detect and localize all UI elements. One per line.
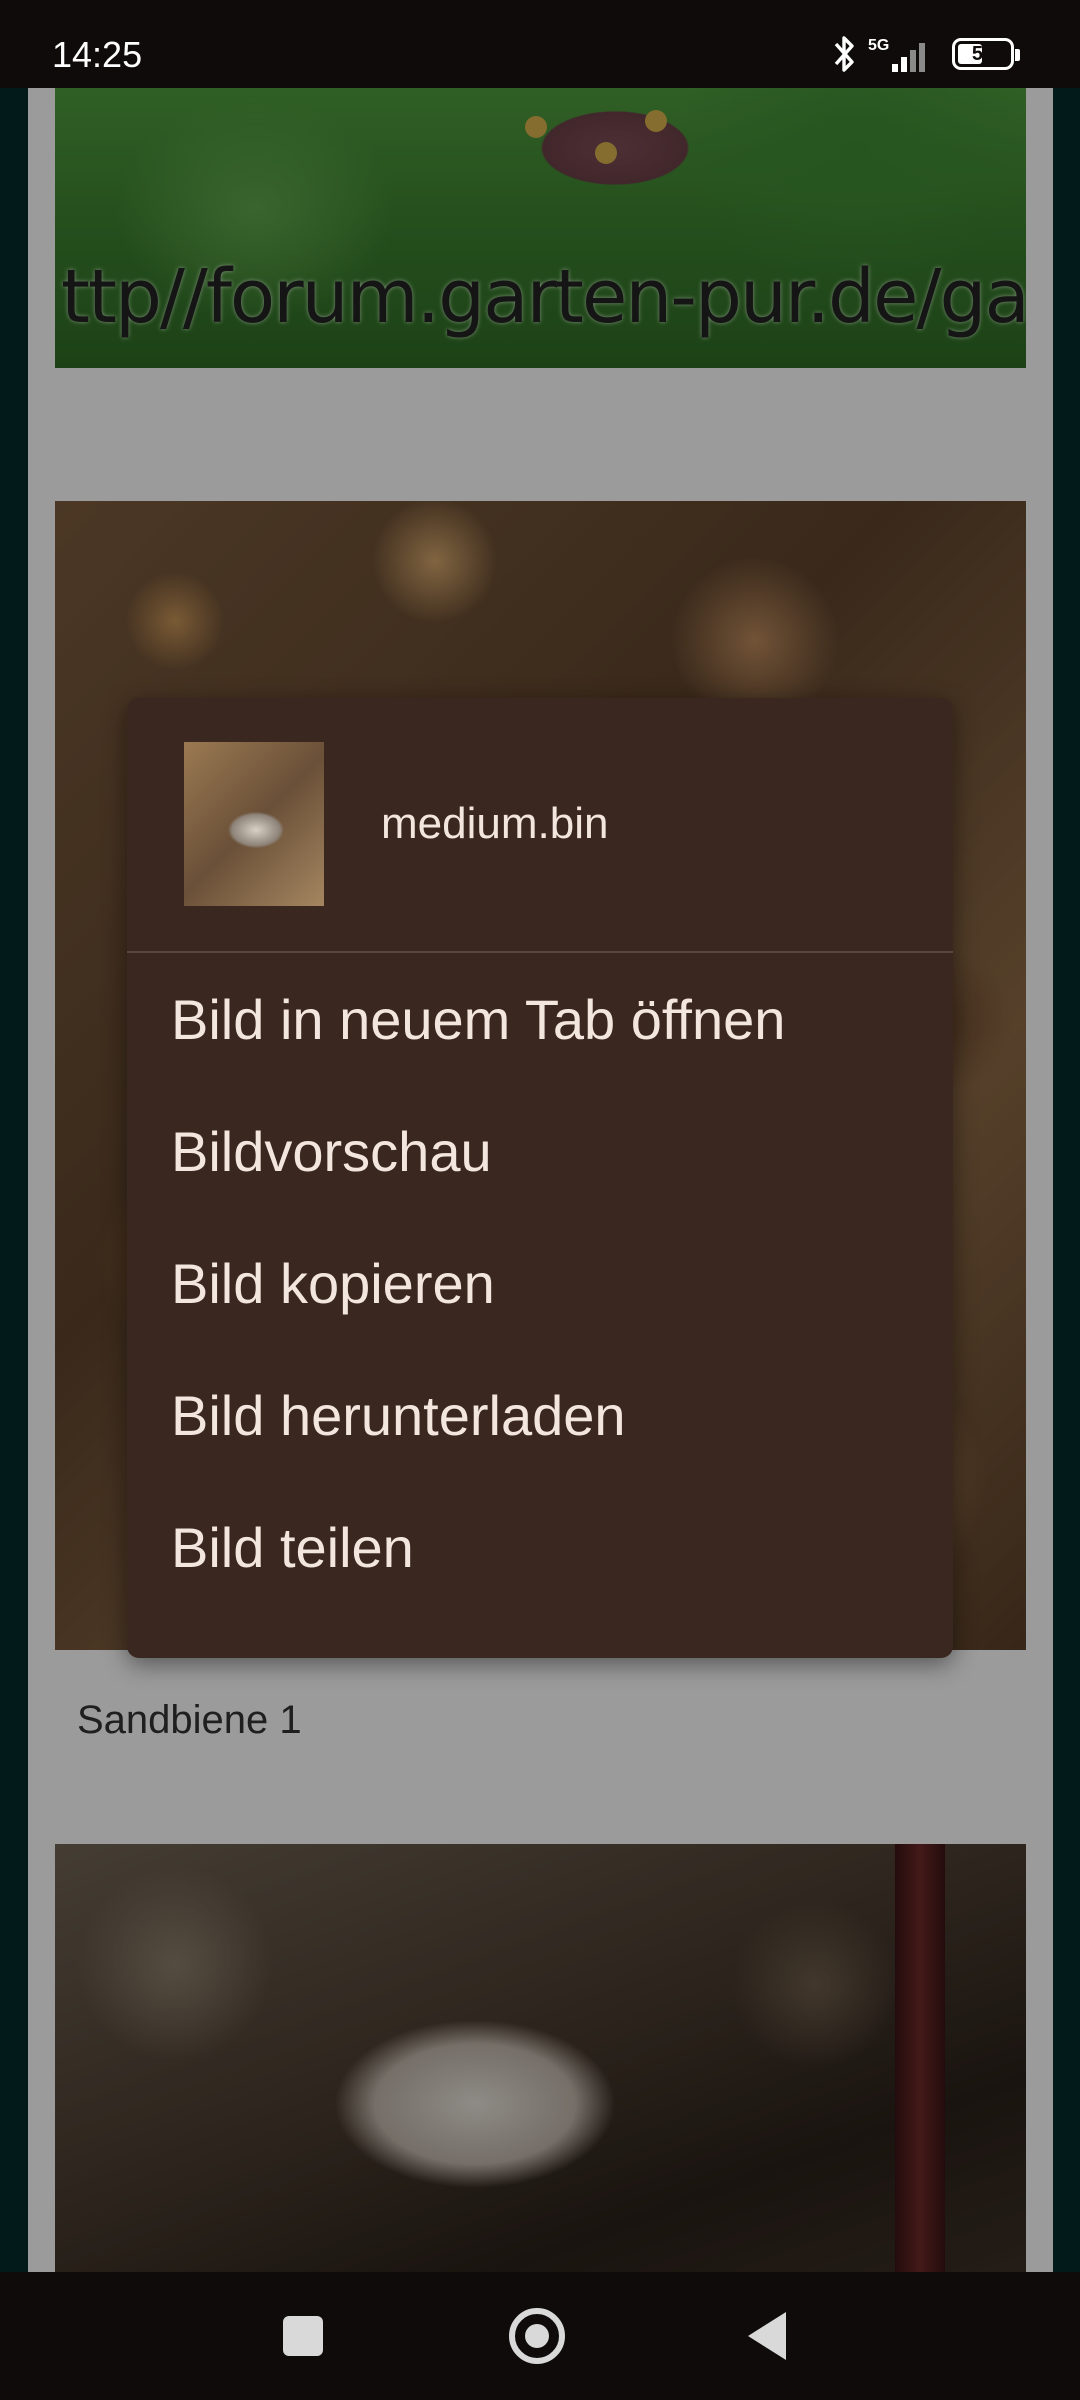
menu-header: medium.bin [127,698,953,953]
image-file-name: medium.bin [381,799,609,848]
status-icons: 5G 54 [830,34,1020,74]
status-bar: 14:25 5G 54 [0,0,1080,88]
status-time: 14:25 [52,34,143,75]
back-icon[interactable] [748,2312,786,2360]
menu-item-share-image[interactable]: Bild teilen [127,1481,953,1613]
menu-item-open-in-new-tab[interactable]: Bild in neuem Tab öffnen [127,953,953,1085]
menu-item-copy-image[interactable]: Bild kopieren [127,1217,953,1349]
home-icon[interactable] [509,2308,565,2364]
signal-icon: 5G [868,34,934,74]
bluetooth-icon [830,34,858,74]
menu-item-image-preview[interactable]: Bildvorschau [127,1085,953,1217]
navigation-bar [0,2272,1080,2400]
battery-level: 54 [971,42,995,65]
menu-item-download-image[interactable]: Bild herunterladen [127,1349,953,1481]
image-thumbnail [184,742,324,906]
recents-icon[interactable] [283,2316,323,2356]
battery-icon: 54 [952,38,1020,70]
menu-list: Bild in neuem Tab öffnen Bildvorschau Bi… [127,953,953,1613]
image-context-menu: medium.bin Bild in neuem Tab öffnen Bild… [127,698,953,1658]
network-type: 5G [868,37,889,54]
